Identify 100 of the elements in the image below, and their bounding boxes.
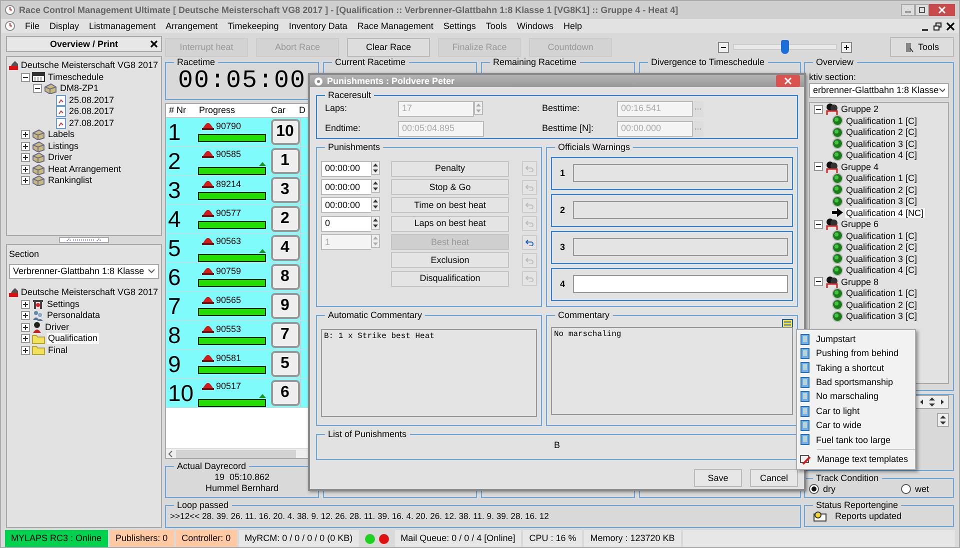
punishment-button[interactable]: Exclusion: [391, 252, 509, 268]
tree-item[interactable]: 27.08.2017: [68, 118, 116, 129]
collapse-icon[interactable]: [21, 72, 30, 82]
warning-field[interactable]: [573, 275, 788, 294]
expand-icon[interactable]: [21, 142, 30, 151]
slider-thumb[interactable]: [781, 40, 789, 54]
tree-item[interactable]: Driver: [44, 322, 70, 332]
car-number-tile[interactable]: 3: [270, 177, 300, 203]
car-number-tile[interactable]: 4: [270, 235, 300, 261]
tree-item[interactable]: Rankinglist: [47, 175, 94, 186]
toolbar-button[interactable]: Clear Race: [347, 38, 430, 56]
tree-item[interactable]: Listings: [47, 140, 80, 152]
tree-item[interactable]: Qualification 4 [C]: [845, 265, 918, 276]
warning-field[interactable]: [573, 164, 788, 182]
punishment-button[interactable]: Time on best heat: [391, 197, 509, 214]
tree-item[interactable]: Gruppe 2: [841, 104, 879, 115]
expand-icon[interactable]: [21, 322, 30, 332]
spin-arrows-icon[interactable]: [371, 179, 380, 194]
expand-icon[interactable]: [21, 346, 30, 355]
expand-icon[interactable]: [21, 164, 30, 174]
menu-item[interactable]: No marschaling: [797, 390, 915, 404]
menu-item[interactable]: Listmanagement: [89, 20, 156, 32]
tree-item[interactable]: Qualification 1 [C]: [845, 173, 918, 184]
menu-item[interactable]: Manage text templates: [797, 452, 915, 467]
menu-item[interactable]: Fuel tank too large: [797, 432, 915, 448]
zoom-out-button[interactable]: [718, 42, 729, 52]
tree-item[interactable]: Qualification 3 [C]: [845, 254, 918, 264]
expand-icon[interactable]: [21, 153, 30, 162]
menu-item[interactable]: Tools: [486, 20, 507, 32]
restore-icon[interactable]: [933, 22, 942, 30]
menu-item[interactable]: File: [25, 20, 40, 32]
dialog-button[interactable]: Save: [694, 469, 742, 487]
tree-item[interactable]: Qualification 3 [C]: [845, 138, 918, 150]
menu-item[interactable]: Display: [50, 20, 80, 32]
tree-item[interactable]: Gruppe 6: [841, 219, 879, 230]
warning-field[interactable]: [573, 238, 788, 256]
tree-item[interactable]: Qualification 2 [C]: [845, 184, 918, 196]
tree-item[interactable]: Deutsche Meisterschaft VG8 2017: [20, 287, 159, 298]
splitter-handle[interactable]: [59, 237, 109, 243]
menu-item[interactable]: Settings: [443, 20, 476, 32]
tree-item[interactable]: Gruppe 8: [841, 276, 879, 288]
spin-arrows-icon[interactable]: [937, 413, 949, 427]
radio-label[interactable]: dry: [823, 484, 836, 495]
tree-item[interactable]: Qualification 2 [C]: [845, 242, 918, 253]
menu-item[interactable]: Car to wide: [797, 418, 915, 433]
tree-item[interactable]: Heat Arrangement: [47, 164, 122, 175]
tree-item[interactable]: Qualification 1 [C]: [845, 288, 918, 299]
punishment-button[interactable]: Disqualification: [391, 270, 509, 287]
spin-arrows-icon[interactable]: [371, 216, 380, 230]
collapse-icon[interactable]: [814, 277, 823, 286]
time-field[interactable]: 0: [321, 216, 371, 232]
radio-label[interactable]: wet: [914, 484, 929, 495]
tree-item[interactable]: Labels: [47, 129, 76, 140]
tree-item[interactable]: DM8-ZP1: [59, 83, 100, 94]
tree-item[interactable]: Qualification 3 [C]: [845, 196, 918, 207]
section-dropdown[interactable]: Verbrenner-Glattbahn 1:8 Klasse: [9, 264, 159, 279]
spin-arrows-icon[interactable]: [371, 160, 380, 175]
punishment-button[interactable]: Laps on best heat: [391, 216, 509, 232]
car-number-tile[interactable]: 10: [270, 119, 300, 145]
car-number-tile[interactable]: 8: [270, 264, 300, 290]
tree-item[interactable]: Gruppe 4: [841, 162, 879, 172]
menu-item[interactable]: Jumpstart: [797, 332, 915, 346]
spin-arrows-icon[interactable]: [371, 197, 380, 212]
collapse-icon[interactable]: [814, 162, 823, 172]
tree-item[interactable]: Settings: [46, 298, 81, 310]
menu-item[interactable]: Pushing from behind: [797, 346, 915, 361]
punishment-button[interactable]: Penalty: [391, 160, 509, 177]
zoom-in-button[interactable]: [841, 42, 852, 52]
car-number-tile[interactable]: 6: [270, 380, 300, 406]
collapse-icon[interactable]: [814, 104, 823, 114]
menu-item[interactable]: Taking a shortcut: [797, 360, 915, 376]
expand-icon[interactable]: [21, 334, 30, 344]
car-number-tile[interactable]: 9: [270, 293, 300, 319]
menu-item[interactable]: Timekeeping: [228, 20, 279, 32]
expand-icon[interactable]: [21, 176, 30, 186]
tree-item[interactable]: Qualification 4 [NC]: [845, 208, 925, 218]
expand-icon[interactable]: [21, 300, 30, 309]
comment-field[interactable]: No marschaling: [551, 326, 793, 415]
menu-item[interactable]: Race Management: [357, 20, 434, 32]
car-number-tile[interactable]: 7: [270, 322, 300, 348]
dialog-button[interactable]: Cancel: [750, 469, 798, 487]
menu-item[interactable]: Inventory Data: [288, 20, 348, 32]
tree-item[interactable]: Final: [47, 344, 69, 356]
tree-item[interactable]: Deutsche Meisterschaft VG8 2017: [20, 60, 159, 72]
radio-button[interactable]: [809, 484, 819, 494]
menu-item[interactable]: Arrangement: [166, 20, 218, 32]
expand-icon[interactable]: [21, 130, 30, 140]
time-field[interactable]: 00:00:00: [321, 197, 371, 214]
radio-button[interactable]: [900, 484, 911, 494]
comment-field[interactable]: B: 1 x Strike best Heat: [321, 328, 537, 417]
car-number-tile[interactable]: 5: [270, 351, 300, 377]
punishment-button[interactable]: Stop & Go: [391, 179, 509, 196]
tree-item[interactable]: Qualification 2 [C]: [845, 127, 918, 138]
collapse-icon[interactable]: [814, 220, 823, 229]
tree-item[interactable]: Qualification 3 [C]: [845, 311, 918, 322]
expand-icon[interactable]: [21, 311, 30, 320]
menu-item[interactable]: Car to light: [797, 404, 915, 418]
tree-item[interactable]: Timeschedule: [47, 72, 105, 83]
car-number-tile[interactable]: 1: [270, 148, 300, 174]
close-icon[interactable]: [946, 22, 955, 30]
